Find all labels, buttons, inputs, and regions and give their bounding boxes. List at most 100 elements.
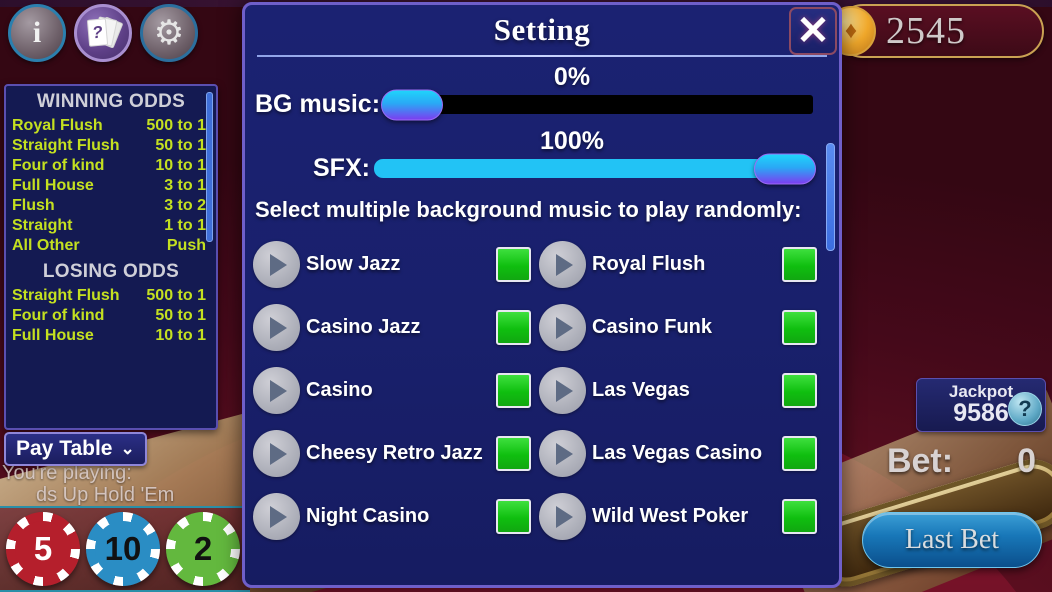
music-checkbox[interactable] bbox=[782, 247, 817, 282]
slider-track[interactable] bbox=[373, 153, 816, 184]
odds-name: Four of kind bbox=[12, 157, 105, 174]
odds-row: Full House 10 to 1 bbox=[6, 326, 216, 346]
odds-row: Straight Flush 50 to 1 bbox=[6, 136, 216, 156]
odds-value: 10 to 1 bbox=[155, 157, 206, 174]
odds-name: Straight Flush bbox=[12, 287, 120, 304]
close-icon: ✕ bbox=[796, 9, 830, 53]
odds-name: Full House bbox=[12, 327, 94, 344]
last-bet-label: Last Bet bbox=[904, 524, 1000, 555]
chip[interactable]: 10 bbox=[86, 512, 160, 586]
music-checkbox[interactable] bbox=[496, 499, 531, 534]
pay-table-label: Pay Table bbox=[16, 437, 113, 460]
play-icon[interactable] bbox=[253, 430, 300, 477]
slider-thumb[interactable] bbox=[381, 89, 444, 120]
odds-row: Four of kind 10 to 1 bbox=[6, 156, 216, 176]
play-icon[interactable] bbox=[539, 241, 586, 288]
music-checkbox[interactable] bbox=[496, 247, 531, 282]
odds-name: Full House bbox=[12, 177, 94, 194]
music-row: Las Vegas bbox=[539, 359, 817, 422]
play-icon[interactable] bbox=[253, 241, 300, 288]
play-icon[interactable] bbox=[539, 367, 586, 414]
slider-block: 0% BG music: bbox=[245, 63, 839, 120]
odds-value: 50 to 1 bbox=[155, 137, 206, 154]
slider-line: BG music: bbox=[245, 89, 839, 120]
play-triangle bbox=[556, 379, 573, 402]
play-icon[interactable] bbox=[539, 430, 586, 477]
chip[interactable]: 5 bbox=[6, 512, 80, 586]
play-icon[interactable] bbox=[539, 304, 586, 351]
odds-row: Straight Flush 500 to 1 bbox=[6, 286, 216, 306]
music-checkbox[interactable] bbox=[782, 310, 817, 345]
odds-name: All Other bbox=[12, 237, 80, 254]
odds-row: Four of kind 50 to 1 bbox=[6, 306, 216, 326]
music-row: Las Vegas Casino bbox=[539, 422, 817, 485]
music-checkbox[interactable] bbox=[496, 310, 531, 345]
odds-value: Push bbox=[166, 237, 206, 254]
music-track-grid: Slow Jazz Royal Flush Casino Jazz Casino Fu… bbox=[245, 223, 839, 548]
settings-button[interactable]: ⚙ bbox=[140, 4, 198, 62]
losing-odds-title: LOSING ODDS bbox=[42, 261, 180, 282]
music-track-label: Las Vegas bbox=[592, 379, 690, 401]
slider-track[interactable] bbox=[381, 89, 813, 120]
odds-name: Straight Flush bbox=[12, 137, 120, 154]
gear-icon: ⚙ bbox=[153, 14, 185, 52]
music-checkbox[interactable] bbox=[782, 436, 817, 471]
dialog-title: Setting bbox=[493, 12, 591, 47]
balance-amount: 2545 bbox=[886, 10, 966, 52]
music-checkbox[interactable] bbox=[496, 436, 531, 471]
play-icon[interactable] bbox=[253, 304, 300, 351]
play-triangle bbox=[270, 253, 287, 276]
odds-panel[interactable]: WINNING ODDS Royal Flush 500 to 1 Straight… bbox=[4, 84, 218, 430]
chip[interactable]: 2 bbox=[166, 512, 240, 586]
music-track-label: Night Casino bbox=[306, 505, 430, 527]
play-icon[interactable] bbox=[253, 367, 300, 414]
music-checkbox[interactable] bbox=[496, 373, 531, 408]
music-row: Slow Jazz bbox=[253, 233, 531, 296]
music-track-label: Las Vegas Casino bbox=[592, 442, 763, 464]
chevron-down-icon: ⌄ bbox=[120, 439, 135, 458]
play-icon[interactable] bbox=[539, 493, 586, 540]
close-button[interactable]: ✕ bbox=[789, 7, 837, 55]
settings-dialog: Setting ✕ 0% BG music: 100% SFX: Select mul… bbox=[242, 2, 842, 588]
play-triangle bbox=[556, 442, 573, 465]
odds-row: All Other Push bbox=[6, 236, 216, 256]
play-triangle bbox=[270, 442, 287, 465]
jackpot-help-icon[interactable]: ? bbox=[1008, 392, 1042, 426]
odds-name: Royal Flush bbox=[12, 117, 103, 134]
now-playing-text: You're playing: ds Up Hold 'Em bbox=[2, 462, 232, 506]
winning-odds-list: Royal Flush 500 to 1 Straight Flush 50 to 1… bbox=[6, 116, 216, 256]
play-icon[interactable] bbox=[253, 493, 300, 540]
last-bet-button[interactable]: Last Bet bbox=[862, 512, 1042, 568]
music-checkbox[interactable] bbox=[782, 373, 817, 408]
music-row: Wild West Poker bbox=[539, 485, 817, 548]
info-button[interactable]: i bbox=[8, 4, 66, 62]
play-triangle bbox=[270, 316, 287, 339]
music-track-label: Cheesy Retro Jazz bbox=[306, 442, 483, 464]
balance-display: ♦ 2545 bbox=[826, 4, 1044, 58]
play-triangle bbox=[556, 505, 573, 528]
music-checkbox[interactable] bbox=[782, 499, 817, 534]
dialog-scrollbar[interactable] bbox=[826, 143, 835, 251]
odds-panel-scrollbar[interactable] bbox=[206, 92, 213, 242]
odds-value: 1 to 1 bbox=[164, 217, 206, 234]
music-row: Night Casino bbox=[253, 485, 531, 548]
odds-value: 500 to 1 bbox=[146, 287, 206, 304]
music-track-label: Casino Funk bbox=[592, 316, 713, 338]
slider-thumb[interactable] bbox=[754, 153, 816, 184]
slider-label: BG music: bbox=[255, 90, 381, 118]
pay-table-dropdown[interactable]: Pay Table ⌄ bbox=[4, 432, 147, 466]
losing-odds-list: Straight Flush 500 to 1 Four of kind 50 to … bbox=[6, 286, 216, 346]
odds-row: Flush 3 to 2 bbox=[6, 196, 216, 216]
odds-value: 3 to 1 bbox=[164, 177, 206, 194]
odds-row: Full House 3 to 1 bbox=[6, 176, 216, 196]
odds-row: Royal Flush 500 to 1 bbox=[6, 116, 216, 136]
odds-row: Straight 1 to 1 bbox=[6, 216, 216, 236]
odds-value: 10 to 1 bbox=[155, 327, 206, 344]
chip-value: 2 bbox=[175, 521, 231, 577]
help-cards-button[interactable]: ? bbox=[74, 4, 132, 62]
music-row: Casino Jazz bbox=[253, 296, 531, 359]
odds-name: Straight bbox=[12, 217, 73, 234]
music-track-label: Royal Flush bbox=[592, 253, 706, 275]
chip-value: 10 bbox=[95, 521, 151, 577]
now-playing-line2: ds Up Hold 'Em bbox=[36, 484, 175, 506]
